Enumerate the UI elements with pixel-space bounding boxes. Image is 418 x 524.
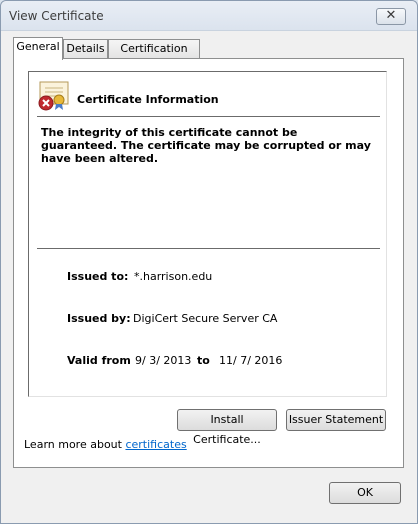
- learn-more-prefix: Learn more about: [24, 438, 122, 451]
- close-button[interactable]: ✕: [376, 8, 406, 25]
- certificate-error-icon: [38, 81, 69, 111]
- tab-general-label: General: [16, 40, 60, 53]
- learn-more-text: Learn more about certificates: [24, 438, 187, 451]
- valid-from-value: 9/ 3/ 2013: [135, 354, 192, 367]
- tab-details-label: Details: [66, 42, 105, 55]
- certificates-link[interactable]: certificates: [125, 438, 186, 451]
- ok-button[interactable]: OK: [329, 482, 401, 504]
- install-certificate-button[interactable]: Install Certificate...: [177, 409, 277, 446]
- issued-to-value: *.harrison.edu: [134, 270, 213, 283]
- divider: [37, 248, 380, 249]
- issued-by-label: Issued by:: [67, 312, 131, 325]
- issued-by-value: DigiCert Secure Server CA: [133, 312, 278, 325]
- title-bar[interactable]: View Certificate ✕: [1, 1, 417, 31]
- tab-general[interactable]: General: [13, 37, 63, 60]
- tab-details[interactable]: Details: [63, 39, 108, 58]
- close-icon: ✕: [385, 8, 397, 23]
- issuer-statement-button[interactable]: Issuer Statement: [286, 409, 386, 431]
- valid-from-label: Valid from: [67, 354, 131, 367]
- valid-to-value: 11/ 7/ 2016: [219, 354, 283, 367]
- general-tab-panel: Certificate Information The integrity of…: [13, 58, 404, 468]
- issued-to-label: Issued to:: [67, 270, 129, 283]
- window-title: View Certificate: [9, 9, 104, 23]
- valid-to-label: to: [197, 354, 210, 367]
- integrity-warning-text: The integrity of this certificate cannot…: [41, 126, 371, 165]
- tab-certification-path[interactable]: Certification Path: [108, 39, 200, 72]
- certificate-information-heading: Certificate Information: [77, 93, 219, 106]
- certificate-info-box: Certificate Information The integrity of…: [28, 71, 387, 397]
- certificate-dialog: View Certificate ✕ General Details Certi…: [0, 0, 418, 524]
- divider: [37, 116, 380, 117]
